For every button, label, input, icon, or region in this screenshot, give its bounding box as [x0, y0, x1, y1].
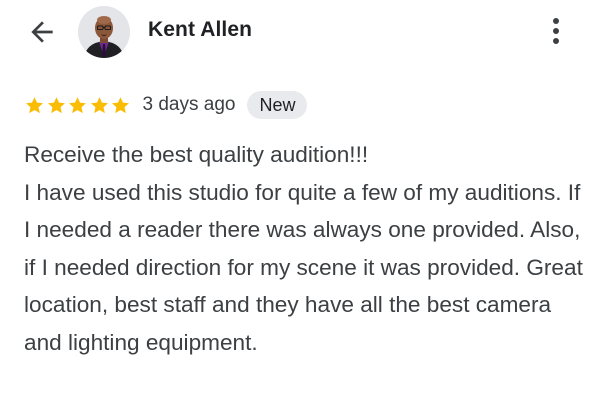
- star-icon: [112, 96, 129, 113]
- back-button[interactable]: [26, 16, 58, 48]
- star-icon: [69, 96, 86, 113]
- rating-row: 3 days ago New: [24, 91, 308, 119]
- review-headline: Receive the best quality audition!!!: [24, 142, 369, 167]
- person-avatar-icon: [78, 6, 130, 58]
- review-header: Kent Allen: [0, 0, 600, 68]
- star-rating: [24, 95, 132, 116]
- star-icon: [90, 96, 108, 113]
- more-options-button[interactable]: [546, 14, 566, 48]
- more-vert-icon: [553, 18, 559, 44]
- reviewer-name[interactable]: Kent Allen: [148, 18, 252, 42]
- review-text: Receive the best quality audition!!! I h…: [24, 136, 584, 361]
- reviewer-avatar[interactable]: [78, 6, 130, 58]
- review-body: I have used this studio for quite a few …: [24, 179, 583, 355]
- star-icon: [47, 96, 65, 113]
- review-date: 3 days ago: [142, 94, 236, 115]
- star-icon: [26, 96, 43, 113]
- new-badge: New: [247, 91, 308, 119]
- arrow-left-icon: [31, 21, 53, 43]
